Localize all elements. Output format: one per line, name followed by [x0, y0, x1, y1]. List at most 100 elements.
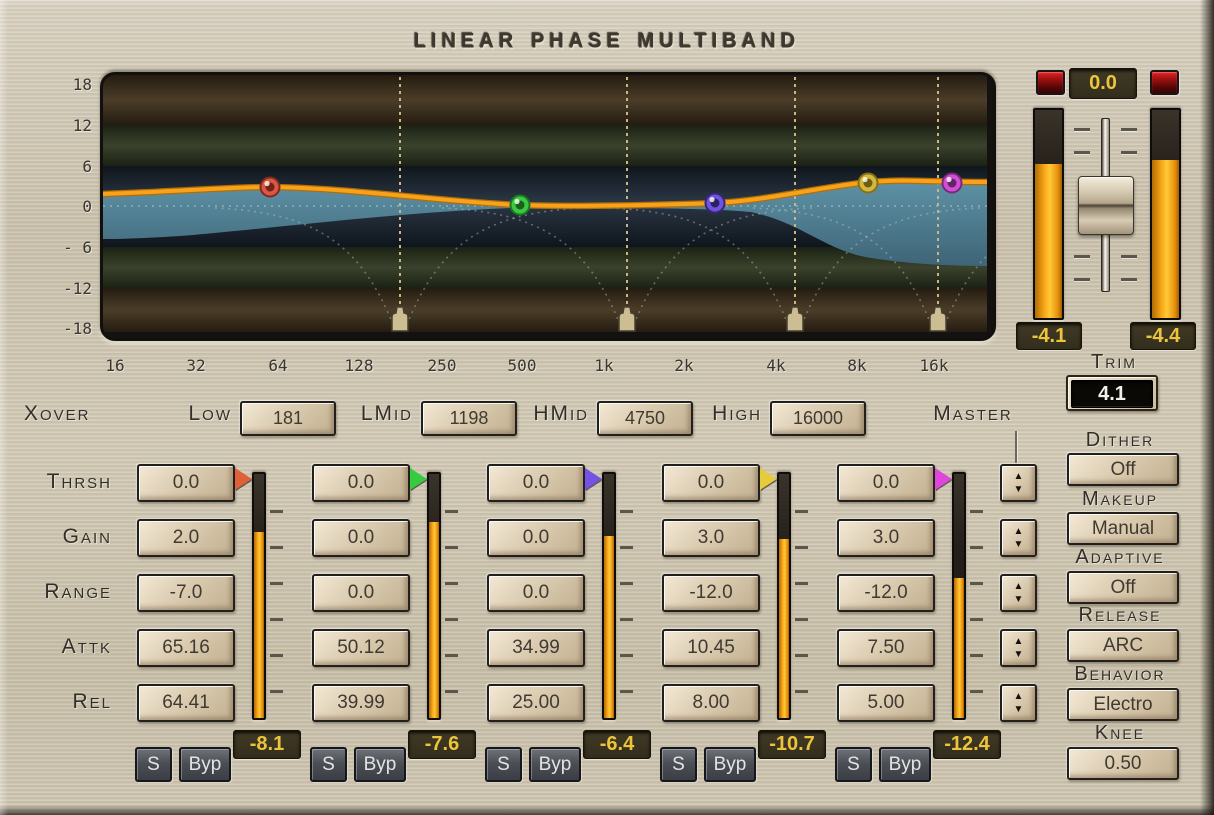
row-label-gain: Gain — [0, 525, 112, 549]
band4-threshold-marker-icon[interactable] — [760, 468, 777, 490]
freq-label: 128 — [334, 356, 384, 375]
spin-down-icon[interactable]: ▼ — [1014, 595, 1024, 605]
band4-gain[interactable]: 3.0 — [662, 519, 760, 557]
band3-threshold-marker-icon[interactable] — [585, 468, 602, 490]
band3-thrsh[interactable]: 0.0 — [487, 464, 585, 502]
band2-threshold-marker-icon[interactable] — [410, 468, 427, 490]
band4-solo-button[interactable]: S — [660, 747, 697, 782]
band5-attk[interactable]: 7.50 — [837, 629, 935, 667]
xover-hmid-value[interactable]: 4750 — [597, 401, 693, 436]
band1-solo-button[interactable]: S — [135, 747, 172, 782]
band5-gain[interactable]: 3.0 — [837, 519, 935, 557]
band1-attk[interactable]: 65.16 — [137, 629, 235, 667]
clip-led-right[interactable] — [1150, 70, 1179, 95]
spin-down-icon[interactable]: ▼ — [1014, 540, 1024, 550]
band3-attk[interactable]: 34.99 — [487, 629, 585, 667]
band4-bypass-button[interactable]: Byp — [704, 747, 756, 782]
band2-gain[interactable]: 0.0 — [312, 519, 410, 557]
band4-rel[interactable]: 8.00 — [662, 684, 760, 722]
band5-threshold-marker-icon[interactable] — [935, 468, 952, 490]
band3-range[interactable]: 0.0 — [487, 574, 585, 612]
spin-up-icon[interactable]: ▲ — [1014, 692, 1024, 702]
spin-down-icon[interactable]: ▼ — [1014, 650, 1024, 660]
band3-rel[interactable]: 25.00 — [487, 684, 585, 722]
trim-control[interactable]: 4.1 — [1066, 375, 1158, 411]
band-node-low[interactable] — [261, 178, 280, 197]
xover-lmid-label: LMid — [330, 402, 413, 426]
release-value[interactable]: ARC — [1067, 629, 1179, 662]
band3-gr-readout: -6.4 — [583, 730, 651, 759]
band5-thrsh[interactable]: 0.0 — [837, 464, 935, 502]
band1-range[interactable]: -7.0 — [137, 574, 235, 612]
band4-attk[interactable]: 10.45 — [662, 629, 760, 667]
band1-bypass-button[interactable]: Byp — [179, 747, 231, 782]
xover-lmid-value[interactable]: 1198 — [421, 401, 517, 436]
band2-meter-ticks — [445, 510, 458, 696]
adaptive-value[interactable]: Off — [1067, 571, 1179, 604]
band2-attk[interactable]: 50.12 — [312, 629, 410, 667]
trim-value: 4.1 — [1071, 380, 1153, 408]
master-thrsh-spinner[interactable]: ▲▼ — [1000, 464, 1037, 502]
band-node-hmid[interactable] — [706, 194, 725, 213]
behavior-value[interactable]: Electro — [1067, 688, 1179, 721]
knee-value[interactable]: 0.50 — [1067, 747, 1179, 780]
spin-up-icon[interactable]: ▲ — [1014, 472, 1024, 482]
spin-up-icon[interactable]: ▲ — [1014, 582, 1024, 592]
band5-gr-readout: -12.4 — [933, 730, 1001, 759]
spin-down-icon[interactable]: ▼ — [1014, 705, 1024, 715]
fader-tick — [1121, 151, 1137, 154]
knee-label: Knee — [1045, 722, 1195, 745]
master-gain-spinner[interactable]: ▲▼ — [1000, 519, 1037, 557]
band2-gr-readout: -7.6 — [408, 730, 476, 759]
band5-bypass-button[interactable]: Byp — [879, 747, 931, 782]
band5-range[interactable]: -12.0 — [837, 574, 935, 612]
master-attk-spinner[interactable]: ▲▼ — [1000, 629, 1037, 667]
page-title: Linear Phase Multiband — [0, 21, 1214, 55]
spin-down-icon[interactable]: ▼ — [1014, 485, 1024, 495]
freq-label: 32 — [171, 356, 221, 375]
band2-thrsh[interactable]: 0.0 — [312, 464, 410, 502]
freq-label: 2k — [659, 356, 709, 375]
band1-gain[interactable]: 2.0 — [137, 519, 235, 557]
band1-thrsh[interactable]: 0.0 — [137, 464, 235, 502]
band4-meter — [777, 472, 791, 720]
band5-meter-ticks — [970, 510, 983, 696]
makeup-value[interactable]: Manual — [1067, 512, 1179, 545]
band-node-lmid[interactable] — [511, 196, 530, 215]
clip-led-left[interactable] — [1036, 70, 1065, 95]
fader-tick — [1074, 255, 1090, 258]
band1-threshold-marker-icon[interactable] — [235, 468, 252, 490]
spin-up-icon[interactable]: ▲ — [1014, 527, 1024, 537]
band4-range[interactable]: -12.0 — [662, 574, 760, 612]
dither-value[interactable]: Off — [1067, 453, 1179, 486]
freq-label: 16k — [909, 356, 959, 375]
xover-high-value[interactable]: 16000 — [770, 401, 866, 436]
band2-rel[interactable]: 39.99 — [312, 684, 410, 722]
band-node-high[interactable] — [859, 174, 878, 193]
db-label: 0 — [48, 197, 92, 216]
band5-rel[interactable]: 5.00 — [837, 684, 935, 722]
spin-up-icon[interactable]: ▲ — [1014, 637, 1024, 647]
band2-range[interactable]: 0.0 — [312, 574, 410, 612]
band1-meter-ticks — [270, 510, 283, 696]
band-node-top[interactable] — [943, 174, 962, 193]
band3-gain[interactable]: 0.0 — [487, 519, 585, 557]
band2-solo-button[interactable]: S — [310, 747, 347, 782]
band2-bypass-button[interactable]: Byp — [354, 747, 406, 782]
output-fader-value: 0.0 — [1069, 68, 1137, 99]
band4-thrsh[interactable]: 0.0 — [662, 464, 760, 502]
band3-bypass-button[interactable]: Byp — [529, 747, 581, 782]
band3-solo-button[interactable]: S — [485, 747, 522, 782]
master-range-spinner[interactable]: ▲▼ — [1000, 574, 1037, 612]
master-rel-spinner[interactable]: ▲▼ — [1000, 684, 1037, 722]
xover-hmid-label: HMid — [506, 402, 589, 426]
freq-label: 64 — [253, 356, 303, 375]
band3-meter-ticks — [620, 510, 633, 696]
freq-label: 16 — [90, 356, 140, 375]
band2-meter — [427, 472, 441, 720]
output-fader-knob[interactable] — [1078, 176, 1134, 235]
row-label-rel: Rel — [0, 690, 112, 714]
band1-rel[interactable]: 64.41 — [137, 684, 235, 722]
xover-low-value[interactable]: 181 — [240, 401, 336, 436]
band5-solo-button[interactable]: S — [835, 747, 872, 782]
